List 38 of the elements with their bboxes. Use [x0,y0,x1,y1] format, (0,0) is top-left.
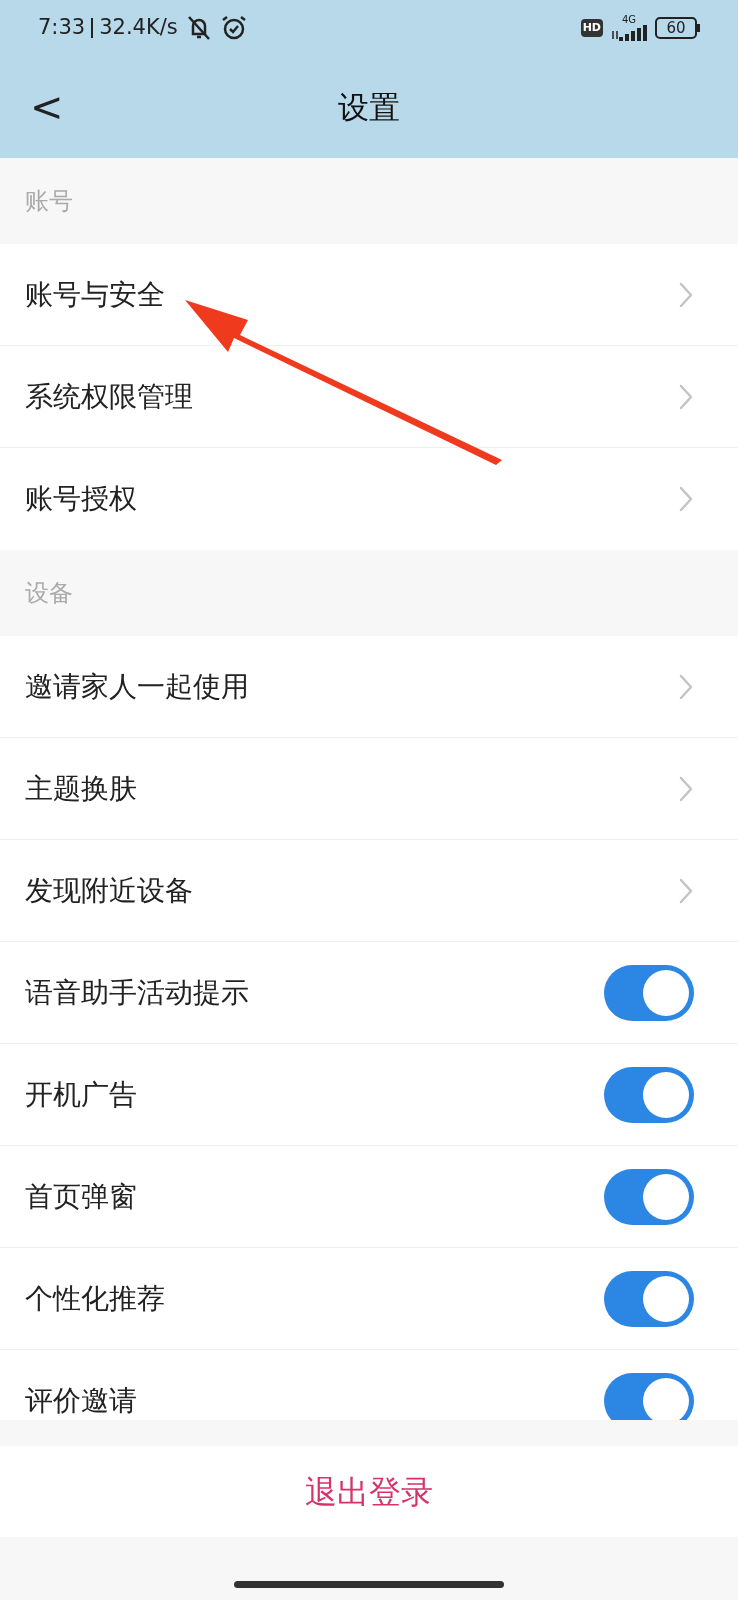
row-label: 账号与安全 [25,276,165,313]
row-label: 语音助手活动提示 [25,974,249,1011]
settings-row[interactable]: 开机广告 [0,1044,738,1146]
section-header: 设备 [25,578,73,609]
chevron-icon [678,876,694,905]
network-type: 4G [621,15,637,25]
status-time: 7:33 [38,14,86,42]
row-label: 个性化推荐 [25,1280,165,1317]
logout-button[interactable]: 退出登录 [0,1446,738,1537]
row-label: 系统权限管理 [25,378,193,415]
row-label: 发现附近设备 [25,872,193,909]
settings-row[interactable]: 主题换肤 [0,738,738,840]
settings-row[interactable]: 邀请家人一起使用 [0,636,738,738]
chevron-icon [678,774,694,803]
signal-icon [611,25,647,41]
settings-row[interactable]: 语音助手活动提示 [0,942,738,1044]
toggle-switch[interactable] [604,1373,694,1420]
chevron-icon [678,672,694,701]
settings-row[interactable]: 个性化推荐 [0,1248,738,1350]
chevron-icon [678,382,694,411]
back-button[interactable]: < [30,87,64,127]
settings-row[interactable]: 评价邀请 [0,1350,738,1420]
row-label: 邀请家人一起使用 [25,668,249,705]
row-label: 账号授权 [25,481,137,517]
settings-row[interactable]: 首页弹窗 [0,1146,738,1248]
hd-badge: HD [580,19,603,37]
chevron-icon [678,485,694,513]
row-label: 首页弹窗 [25,1178,137,1215]
row-label: 开机广告 [25,1076,137,1113]
chevron-icon [678,280,694,309]
settings-row[interactable]: 发现附近设备 [0,840,738,942]
row-label: 评价邀请 [25,1383,137,1419]
battery-level: 60 [666,20,686,36]
network-speed: 32.4K/s [99,14,178,42]
page-title: 设置 [338,87,400,127]
row-label: 主题换肤 [25,770,137,807]
settings-row[interactable]: 账号授权 [0,448,738,550]
section-header: 账号 [25,186,73,217]
